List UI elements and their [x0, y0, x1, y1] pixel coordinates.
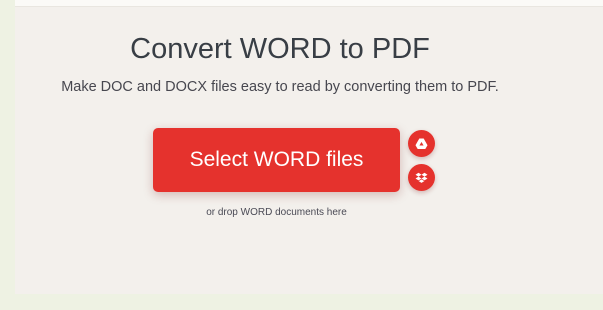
page-subtitle: Make DOC and DOCX files easy to read by … [61, 79, 499, 95]
dropbox-icon [415, 172, 428, 183]
google-drive-icon [415, 138, 428, 149]
top-bar [15, 0, 603, 7]
select-files-button[interactable]: Select WORD files [153, 128, 400, 192]
page-title: Convert WORD to PDF [130, 33, 430, 65]
dropbox-button[interactable] [408, 164, 435, 191]
google-drive-button[interactable] [408, 130, 435, 157]
page-bottom-edge [0, 294, 603, 310]
drop-hint-text: or drop WORD documents here [206, 207, 347, 218]
